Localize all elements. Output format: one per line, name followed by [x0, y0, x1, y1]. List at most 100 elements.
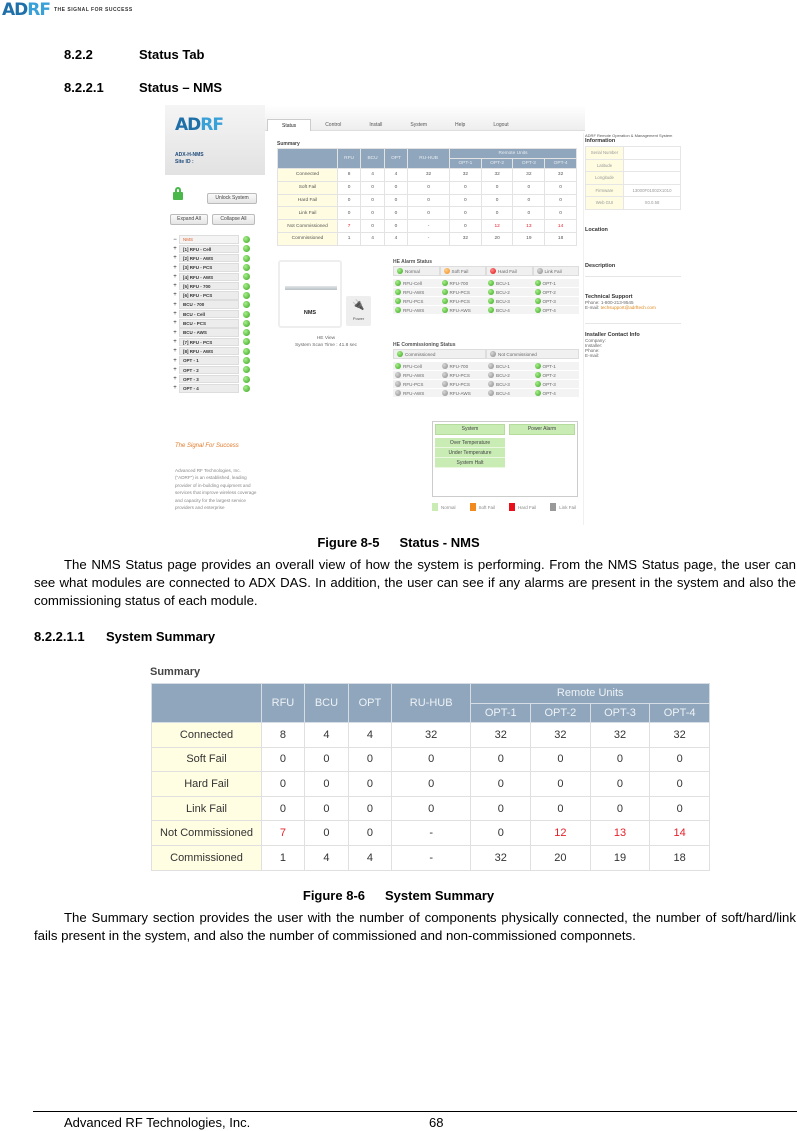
expand-icon[interactable]: +	[171, 358, 179, 364]
expand-icon[interactable]: +	[171, 348, 179, 354]
collapse-icon[interactable]: −	[171, 237, 179, 243]
status-item[interactable]: OPT-4	[532, 389, 579, 398]
status-led-icon	[243, 236, 250, 244]
tree-item[interactable]: + [3] RFU - PCS	[171, 263, 253, 272]
installer-contact-info: Installer Contact Info Company: Installer…	[585, 332, 640, 358]
status-row: RFU-PCS RFU-PCS BCU-3 OPT-3	[393, 297, 579, 306]
tab-power-alarm[interactable]: Power Alarm	[509, 424, 575, 435]
tab-system[interactable]: System	[435, 424, 505, 435]
status-item[interactable]: OPT-2	[532, 288, 579, 297]
table-cell: 32	[544, 168, 577, 182]
status-item[interactable]: OPT-1	[532, 279, 579, 288]
tree-item[interactable]: + OPT - 1	[171, 356, 253, 365]
status-dot-icon	[397, 351, 403, 357]
tree-item[interactable]: + BCU - PCS	[171, 319, 253, 328]
status-item[interactable]: OPT-4	[532, 306, 579, 315]
status-item[interactable]: RFU-PCS	[439, 288, 486, 297]
tab-install[interactable]: Install	[355, 119, 396, 131]
tree-item[interactable]: + [6] RFU - PCS	[171, 291, 253, 300]
status-item[interactable]: OPT-3	[532, 297, 579, 306]
status-item[interactable]: OPT-2	[532, 371, 579, 380]
expand-icon[interactable]: +	[171, 339, 179, 345]
status-item[interactable]: RFU-AWS	[439, 389, 486, 398]
status-item-label: OPT-2	[542, 289, 556, 295]
tree-item[interactable]: + BCU - Cell	[171, 309, 253, 319]
column-header: OPT-2	[480, 158, 514, 169]
table-cell: 1	[261, 844, 305, 871]
tree-item[interactable]: + OPT - 2	[171, 365, 253, 375]
tab-status[interactable]: Status	[267, 119, 312, 131]
status-item[interactable]: RFU-Cell	[393, 362, 440, 371]
expand-icon[interactable]: +	[171, 283, 179, 289]
tree-item[interactable]: + [5] RFU - 700	[171, 281, 253, 291]
tree-item[interactable]: + OPT - 4	[171, 384, 253, 393]
expand-icon[interactable]: +	[171, 385, 179, 391]
status-led-icon	[243, 347, 250, 355]
tab-control[interactable]: Control	[311, 119, 355, 131]
expand-icon[interactable]: +	[171, 255, 179, 261]
expand-icon[interactable]: +	[171, 292, 179, 298]
status-item[interactable]: BCU-4	[486, 389, 533, 398]
expand-icon[interactable]: +	[171, 330, 179, 336]
power-plug-icon: 🔌	[352, 300, 365, 311]
status-item[interactable]: BCU-2	[486, 371, 533, 380]
status-item[interactable]: RFU-Cell	[393, 279, 440, 288]
tree-item[interactable]: + [8] RFU - AWS	[171, 346, 253, 356]
tab-help[interactable]: Help	[441, 119, 479, 131]
status-item[interactable]: RFU-PCS	[439, 297, 486, 306]
status-item[interactable]: RFU-AWS	[393, 306, 440, 315]
status-item[interactable]: BCU-3	[486, 380, 533, 389]
tree-item[interactable]: − NMS	[171, 235, 253, 244]
status-item[interactable]: RFU-AWS	[393, 389, 440, 398]
tab-system[interactable]: System	[396, 119, 441, 131]
status-item[interactable]: RFU-AWS	[439, 306, 486, 315]
status-item[interactable]: RFU-PCS	[393, 380, 440, 389]
tree-item[interactable]: + [2] RFU - AWS	[171, 253, 253, 263]
expand-icon[interactable]: +	[171, 246, 179, 252]
he-view-panel[interactable]: NMS	[278, 260, 342, 328]
status-item[interactable]: OPT-1	[532, 362, 579, 371]
expand-icon[interactable]: +	[171, 376, 179, 382]
support-email-link[interactable]: techsupport@adrftech.com	[601, 305, 656, 310]
expand-icon[interactable]: +	[171, 274, 179, 280]
status-item[interactable]: BCU-1	[486, 362, 533, 371]
status-item[interactable]: RFU-PCS	[439, 380, 486, 389]
status-dot-icon	[395, 307, 401, 313]
tree-item[interactable]: + BCU - 700	[171, 300, 253, 309]
status-item-label: BCU-2	[496, 372, 510, 378]
status-item[interactable]: RFU-AWS	[393, 371, 440, 380]
tree-item-label: [5] RFU - 700	[179, 281, 239, 291]
status-item[interactable]: BCU-4	[486, 306, 533, 315]
status-item[interactable]: RFU-PCS	[439, 371, 486, 380]
status-item-label: RFU-PCS	[449, 289, 470, 295]
tree-item[interactable]: + BCU - AWS	[171, 328, 253, 337]
tree-item[interactable]: + [7] RFU - PCS	[171, 337, 253, 347]
expand-icon[interactable]: +	[171, 367, 179, 373]
status-item[interactable]: BCU-1	[486, 279, 533, 288]
tab-logout[interactable]: Logout	[479, 119, 522, 131]
expand-icon[interactable]: +	[171, 320, 179, 326]
expand-all-button[interactable]: Expand All	[170, 214, 208, 225]
expand-icon[interactable]: +	[171, 302, 179, 308]
table-cell: 32	[449, 231, 482, 246]
power-button[interactable]: 🔌 Power	[346, 296, 371, 326]
status-item[interactable]: RFU-AWS	[393, 288, 440, 297]
status-item[interactable]: OPT-3	[532, 380, 579, 389]
table-cell: 0	[261, 746, 305, 773]
status-item[interactable]: RFU-700	[439, 362, 486, 371]
tree-item[interactable]: + [1] RFU - Cell	[171, 244, 253, 254]
status-dot-icon	[397, 268, 403, 274]
table-cell: 0	[589, 746, 651, 773]
technical-support: Technical Support Phone: 1-800-213-9545 …	[585, 294, 656, 310]
expand-icon[interactable]: +	[171, 311, 179, 317]
tree-item[interactable]: + OPT - 3	[171, 374, 253, 384]
status-item[interactable]: RFU-700	[439, 279, 486, 288]
status-item[interactable]: BCU-3	[486, 297, 533, 306]
collapse-all-button[interactable]: Collapse All	[212, 214, 255, 225]
column-header: OPT-1	[470, 702, 532, 723]
status-item[interactable]: RFU-PCS	[393, 297, 440, 306]
expand-icon[interactable]: +	[171, 265, 179, 271]
tree-item[interactable]: + [4] RFU - AWS	[171, 272, 253, 282]
status-item[interactable]: BCU-2	[486, 288, 533, 297]
unlock-system-button[interactable]: Unlock System	[207, 193, 257, 204]
